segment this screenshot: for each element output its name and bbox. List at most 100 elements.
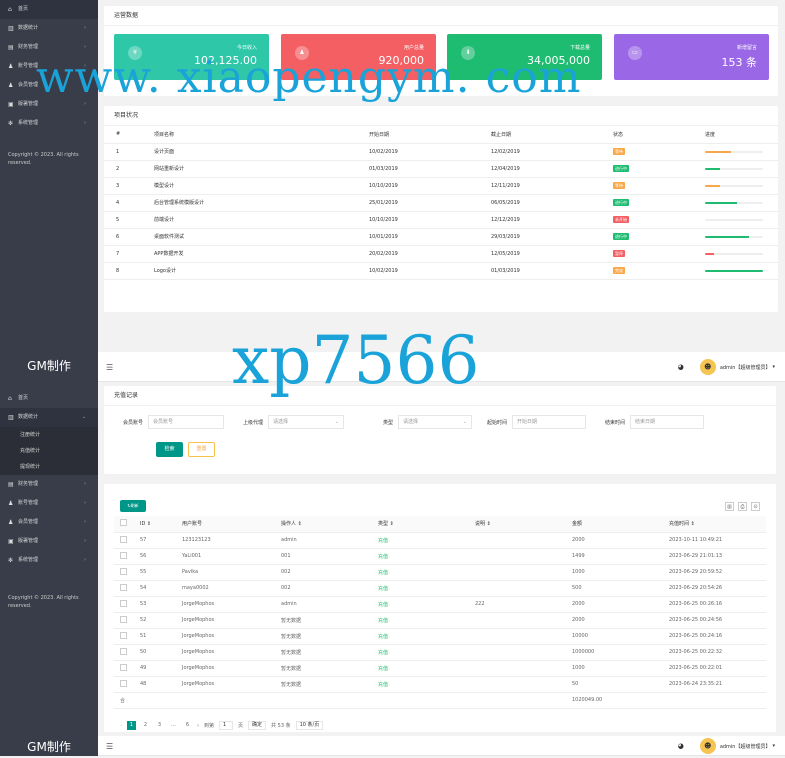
sidebar-item[interactable]: ▣ 版署管理 ›: [0, 95, 98, 114]
cell-note: [469, 580, 566, 597]
cell-end: 12/12/2019: [479, 211, 601, 229]
table-row: 5 前端设计 10/10/2019 12/12/2019 未开始: [104, 211, 778, 229]
column-header[interactable]: 类型 ⇕: [372, 516, 469, 533]
page-button[interactable]: 1: [127, 721, 136, 730]
row-checkbox[interactable]: [114, 532, 134, 549]
cell-operator: admin: [275, 532, 372, 549]
cell-name: 前端设计: [142, 211, 357, 229]
server-icon: ▣: [8, 538, 14, 545]
row-checkbox[interactable]: [114, 660, 134, 677]
sidebar-item[interactable]: ⌂ 首页: [0, 389, 98, 408]
sidebar-item[interactable]: 充值统计: [0, 443, 98, 459]
sidebar-item[interactable]: ♟ 账号管理 ›: [0, 57, 98, 76]
refresh-button[interactable]: ↻刷新: [120, 500, 146, 512]
sidebar-item[interactable]: ▤ 财务管理 ›: [0, 38, 98, 57]
table-row: 1 设计页面 10/02/2019 12/02/2019 等待: [104, 143, 778, 161]
filter-input[interactable]: 会员账号: [148, 415, 224, 429]
cell-start: 01/03/2019: [357, 160, 479, 178]
columns-icon[interactable]: ▥: [725, 502, 734, 511]
column-header[interactable]: ID ⇕: [134, 516, 176, 533]
sidebar-item[interactable]: ⌂ 首页: [0, 0, 98, 19]
cell-status: 等待: [601, 143, 693, 161]
table-row: 55 Pavlka 002 充值 1000 2023-06-29 20:59:52: [114, 564, 766, 581]
sidebar-item[interactable]: ▥ 数据统计 ›: [0, 19, 98, 38]
page-input[interactable]: 1: [219, 721, 234, 730]
select-all-checkbox[interactable]: [114, 516, 134, 533]
cell-id: 52: [134, 612, 176, 629]
row-checkbox[interactable]: [114, 580, 134, 597]
empty-cell: [176, 692, 275, 709]
row-checkbox[interactable]: [114, 612, 134, 629]
row-checkbox[interactable]: [114, 564, 134, 581]
filter-label: 起始时间: [486, 419, 507, 426]
copyright-line: reserved.: [8, 160, 32, 166]
sidebar-item[interactable]: ♟ 会员管理 ›: [0, 76, 98, 95]
cell-note: [469, 548, 566, 565]
cell-no: 5: [104, 211, 142, 229]
cell-account: 123123123: [176, 532, 275, 549]
palette-icon[interactable]: ◕: [678, 742, 684, 750]
project-title: 项目状况: [104, 106, 778, 126]
filter-input[interactable]: 结束日期: [630, 415, 704, 429]
sidebar-item[interactable]: ▣ 版署管理 ›: [0, 532, 98, 551]
download-icon: ⬇: [461, 46, 475, 60]
stat-value: 102,125.00: [194, 54, 257, 67]
user-menu[interactable]: ◕ ☻ admin【超级管理员】 ▾: [678, 359, 775, 375]
menu-toggle-icon[interactable]: ☰: [106, 363, 113, 372]
progress-fill: [705, 252, 714, 255]
export-icon[interactable]: ⊙: [751, 502, 760, 511]
filter-select[interactable]: 请选择 ⌄: [398, 415, 472, 429]
cell-account: YaLi001: [176, 548, 275, 565]
column-header[interactable]: 充值时间 ⇕: [663, 516, 766, 533]
page-button[interactable]: 6: [183, 721, 192, 730]
palette-icon[interactable]: ◕: [678, 363, 684, 371]
sidebar-item[interactable]: ✻ 系统管理 ›: [0, 114, 98, 133]
column-header: 开始日期: [357, 126, 479, 144]
prev-page-icon[interactable]: ‹: [120, 723, 122, 729]
sidebar-item-label: 版署管理: [18, 101, 39, 107]
goto-label: 到第: [204, 723, 215, 729]
sidebar-item[interactable]: ♟ 会员管理 ›: [0, 513, 98, 532]
column-header[interactable]: 用户账号: [176, 516, 275, 533]
copyright-line: Copyright © 2023. All rights: [8, 152, 79, 158]
row-checkbox[interactable]: [114, 628, 134, 645]
menu-toggle-icon[interactable]: ☰: [106, 742, 113, 751]
page-button[interactable]: 3: [155, 721, 164, 730]
footer-user-menu[interactable]: ◕ ☻ admin【超级管理员】 ▾: [678, 738, 775, 754]
next-page-icon[interactable]: ›: [197, 723, 199, 729]
avatar: ☻: [699, 359, 716, 375]
sidebar-item[interactable]: 提现统计: [0, 459, 98, 475]
column-header[interactable]: 操作人 ⇕: [275, 516, 372, 533]
filter-input[interactable]: 开始日期: [512, 415, 586, 429]
cell-start: 20/02/2019: [357, 245, 479, 263]
filter-card: 充值记录 会员账号 会员账号 上级代理 请选择 ⌄ 类型 请选择 ⌄ 起始时间 开始日期 结束时间结…: [104, 386, 776, 474]
refresh-label: 刷新: [130, 503, 139, 508]
sidebar-item[interactable]: ✻ 系统管理 ›: [0, 551, 98, 570]
row-checkbox[interactable]: [114, 676, 134, 693]
reset-button[interactable]: 重置: [188, 442, 215, 457]
sidebar-item[interactable]: ♟ 账号管理 ›: [0, 494, 98, 513]
progress-fill: [705, 235, 749, 238]
placeholder: 请选择: [403, 419, 419, 425]
print-icon[interactable]: ⎙: [738, 502, 747, 511]
column-header[interactable]: 金额: [566, 516, 663, 533]
sidebar-item[interactable]: 注册统计: [0, 427, 98, 443]
per-page-select[interactable]: 10 条/页: [295, 721, 324, 730]
cell-start: 25/01/2019: [357, 194, 479, 212]
sidebar-item[interactable]: ▥ 数据统计 ⌄: [0, 408, 98, 427]
sidebar-item[interactable]: ▤ 财务管理 ›: [0, 475, 98, 494]
column-header[interactable]: 说明 ⇕: [469, 516, 566, 533]
yen-icon: ¥: [128, 46, 142, 60]
row-checkbox[interactable]: [114, 548, 134, 565]
progress-bar: [705, 235, 763, 238]
checkbox-box: [120, 567, 127, 575]
page-button[interactable]: 2: [141, 721, 150, 730]
page-button[interactable]: …: [169, 721, 178, 730]
row-checkbox[interactable]: [114, 644, 134, 661]
filter-select[interactable]: 请选择 ⌄: [268, 415, 344, 429]
row-checkbox[interactable]: [114, 596, 134, 613]
progress-bar: [705, 184, 763, 187]
search-button[interactable]: 检索: [156, 442, 183, 457]
cell-progress: [693, 262, 778, 280]
confirm-button[interactable]: 确定: [248, 721, 267, 730]
